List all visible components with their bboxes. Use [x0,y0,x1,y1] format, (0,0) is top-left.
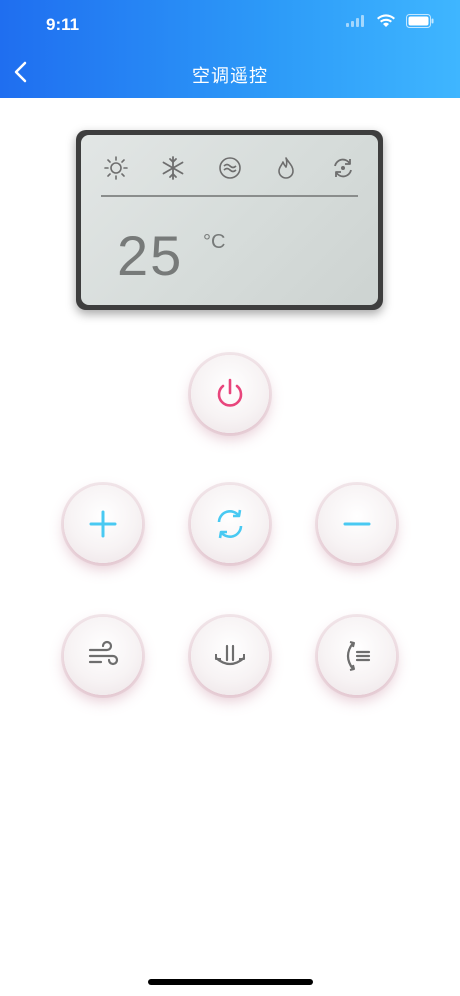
temp-down-button[interactable] [318,485,396,563]
temperature-value: 25 [117,224,184,287]
signal-icon [346,15,364,27]
temperature-unit: °C [203,231,226,253]
vertical-swing-button[interactable] [191,617,269,695]
horizontal-swing-button[interactable] [318,617,396,695]
lcd-divider [101,195,358,197]
status-icons [346,14,434,28]
wind-icon [88,640,119,666]
power-button[interactable] [191,355,269,433]
horizontal-swing-icon [346,641,371,671]
lcd-mode-icons [103,155,356,181]
sun-icon [104,156,128,180]
minus-icon [343,522,371,526]
power-icon [217,378,243,407]
lcd-display: 25 °C [76,130,383,310]
snowflake-icon [162,156,184,180]
fan-speed-button[interactable] [64,617,142,695]
flame-icon [278,157,295,179]
lcd-screen: 25 °C [81,135,378,305]
home-indicator [148,979,313,985]
dehumidify-icon [218,157,241,179]
temp-up-button[interactable] [64,485,142,563]
status-time: 9:11 [46,15,80,34]
mode-cycle-icon [217,509,243,539]
plus-icon [89,510,117,538]
wifi-icon [377,14,395,27]
app-header: 9:11 空调遥控 [0,0,460,98]
auto-cycle-icon [334,158,352,178]
vertical-swing-icon [214,644,246,666]
mode-button[interactable] [191,485,269,563]
battery-icon [406,14,434,28]
page-title: 空调遥控 [192,66,268,86]
